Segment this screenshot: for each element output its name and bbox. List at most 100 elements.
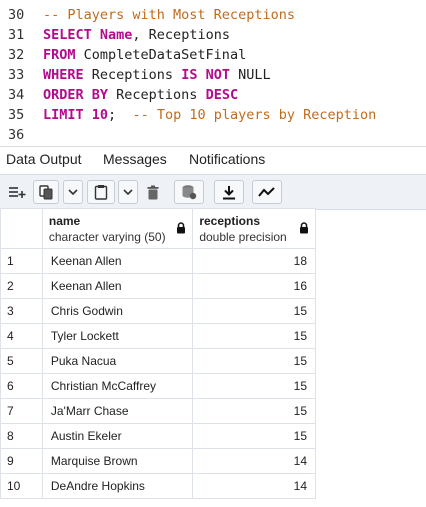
code-text: ORDER BY Receptions DESC bbox=[43, 85, 238, 105]
code-token: Receptions bbox=[116, 87, 206, 103]
code-line[interactable]: 33 WHERE Receptions IS NOT NULL bbox=[0, 65, 426, 85]
save-data-button[interactable] bbox=[174, 180, 204, 204]
cell-name[interactable]: Keenan Allen bbox=[41, 248, 194, 274]
table-row[interactable]: 3 Chris Godwin 15 bbox=[0, 298, 316, 324]
code-line[interactable]: 34 ORDER BY Receptions DESC bbox=[0, 85, 426, 105]
code-token: NULL bbox=[238, 67, 271, 83]
cell-receptions[interactable]: 15 bbox=[192, 423, 316, 449]
row-number[interactable]: 9 bbox=[0, 448, 43, 474]
table-row[interactable]: 8 Austin Ekeler 15 bbox=[0, 423, 316, 449]
table-row[interactable]: 6 Christian McCaffrey 15 bbox=[0, 373, 316, 399]
row-number[interactable]: 4 bbox=[0, 323, 43, 349]
code-text: -- Players with Most Receptions bbox=[43, 5, 295, 25]
column-header-receptions[interactable]: receptions double precision bbox=[192, 208, 316, 249]
cell-receptions[interactable]: 18 bbox=[192, 248, 316, 274]
chevron-down-icon bbox=[68, 188, 78, 196]
lock-icon bbox=[299, 222, 309, 237]
graph-icon bbox=[258, 186, 276, 198]
code-token: -- Players with Most Receptions bbox=[43, 7, 295, 23]
row-number[interactable]: 1 bbox=[0, 248, 43, 274]
row-number[interactable]: 2 bbox=[0, 273, 43, 299]
code-token: FROM bbox=[43, 47, 84, 63]
line-number: 33 bbox=[8, 67, 25, 83]
row-number[interactable]: 10 bbox=[0, 473, 43, 499]
code-text: WHERE Receptions IS NOT NULL bbox=[43, 65, 271, 85]
tab-messages[interactable]: Messages bbox=[103, 147, 167, 174]
cell-name[interactable]: Chris Godwin bbox=[41, 298, 194, 324]
code-token: Receptions bbox=[91, 67, 182, 83]
code-token: Name bbox=[99, 27, 133, 43]
cell-name[interactable]: Marquise Brown bbox=[41, 448, 194, 474]
table-row[interactable]: 4 Tyler Lockett 15 bbox=[0, 323, 316, 349]
code-token: WHERE bbox=[43, 67, 92, 83]
code-token: SELECT bbox=[43, 27, 100, 43]
graph-visualiser-button[interactable] bbox=[252, 180, 282, 204]
line-number: 34 bbox=[8, 87, 25, 103]
code-token: , Receptions bbox=[132, 27, 230, 43]
data-output-toolbar bbox=[0, 174, 426, 210]
cell-receptions[interactable]: 15 bbox=[192, 398, 316, 424]
line-number: 31 bbox=[8, 27, 25, 43]
cell-receptions[interactable]: 15 bbox=[192, 348, 316, 374]
code-line[interactable]: 30 -- Players with Most Receptions bbox=[0, 5, 426, 25]
tab-notifications[interactable]: Notifications bbox=[189, 147, 265, 174]
code-line[interactable]: 35 LIMIT 10; -- Top 10 players by Recepti… bbox=[0, 105, 426, 125]
delete-button[interactable] bbox=[141, 180, 165, 204]
table-row[interactable]: 2 Keenan Allen 16 bbox=[0, 273, 316, 299]
grid-corner-cell[interactable] bbox=[0, 208, 43, 249]
copy-button[interactable] bbox=[33, 180, 59, 204]
tab-data-output[interactable]: Data Output bbox=[6, 147, 82, 176]
chevron-down-icon bbox=[123, 188, 133, 196]
cell-name[interactable]: Puka Nacua bbox=[41, 348, 194, 374]
code-text: FROM CompleteDataSetFinal bbox=[43, 45, 246, 65]
code-token: DESC bbox=[205, 87, 239, 103]
paste-icon bbox=[94, 184, 108, 200]
line-number: 32 bbox=[8, 47, 25, 63]
add-row-icon bbox=[8, 185, 26, 199]
table-row[interactable]: 5 Puka Nacua 15 bbox=[0, 348, 316, 374]
table-row[interactable]: 9 Marquise Brown 14 bbox=[0, 448, 316, 474]
cell-receptions[interactable]: 16 bbox=[192, 273, 316, 299]
code-line[interactable]: 32 FROM CompleteDataSetFinal bbox=[0, 45, 426, 65]
row-number[interactable]: 7 bbox=[0, 398, 43, 424]
cell-receptions[interactable]: 15 bbox=[192, 298, 316, 324]
code-token: ; bbox=[108, 107, 133, 123]
row-number[interactable]: 8 bbox=[0, 423, 43, 449]
row-number[interactable]: 3 bbox=[0, 298, 43, 324]
cell-receptions[interactable]: 15 bbox=[192, 323, 316, 349]
line-number: 30 bbox=[8, 7, 25, 23]
table-row[interactable]: 10 DeAndre Hopkins 14 bbox=[0, 473, 316, 499]
cell-name[interactable]: Tyler Lockett bbox=[41, 323, 194, 349]
column-name: receptions bbox=[199, 214, 260, 228]
output-tabs: Data Output Messages Notifications bbox=[0, 146, 426, 176]
cell-name[interactable]: Austin Ekeler bbox=[41, 423, 194, 449]
cell-receptions[interactable]: 14 bbox=[192, 473, 316, 499]
code-line[interactable]: 36 bbox=[0, 125, 426, 145]
copy-options-dropdown[interactable] bbox=[63, 180, 83, 204]
row-number[interactable]: 6 bbox=[0, 373, 43, 399]
table-row[interactable]: 1 Keenan Allen 18 bbox=[0, 248, 316, 274]
cell-name[interactable]: Keenan Allen bbox=[41, 273, 194, 299]
column-header-name[interactable]: name character varying (50) bbox=[41, 208, 194, 249]
line-number: 35 bbox=[8, 107, 25, 123]
row-number[interactable]: 5 bbox=[0, 348, 43, 374]
paste-options-dropdown[interactable] bbox=[118, 180, 138, 204]
download-button[interactable] bbox=[214, 180, 244, 204]
cell-receptions[interactable]: 15 bbox=[192, 373, 316, 399]
cell-receptions[interactable]: 14 bbox=[192, 448, 316, 474]
code-token: 10 bbox=[91, 107, 109, 123]
cell-name[interactable]: Christian McCaffrey bbox=[41, 373, 194, 399]
cell-name[interactable]: DeAndre Hopkins bbox=[41, 473, 194, 499]
code-token: -- Top 10 players by Reception bbox=[132, 107, 377, 123]
code-line[interactable]: 31 SELECT Name, Receptions bbox=[0, 25, 426, 45]
add-row-button[interactable] bbox=[4, 180, 30, 204]
results-grid: name character varying (50) receptions d… bbox=[0, 208, 316, 499]
code-text: SELECT Name, Receptions bbox=[43, 25, 230, 45]
code-text: LIMIT 10; -- Top 10 players by Reception bbox=[43, 105, 376, 125]
code-token: LIMIT bbox=[43, 107, 92, 123]
sql-editor[interactable]: 30 -- Players with Most Receptions 31 SELEC… bbox=[0, 0, 426, 146]
copy-icon bbox=[39, 184, 53, 200]
cell-name[interactable]: Ja'Marr Chase bbox=[41, 398, 194, 424]
table-row[interactable]: 7 Ja'Marr Chase 15 bbox=[0, 398, 316, 424]
paste-button[interactable] bbox=[87, 180, 115, 204]
